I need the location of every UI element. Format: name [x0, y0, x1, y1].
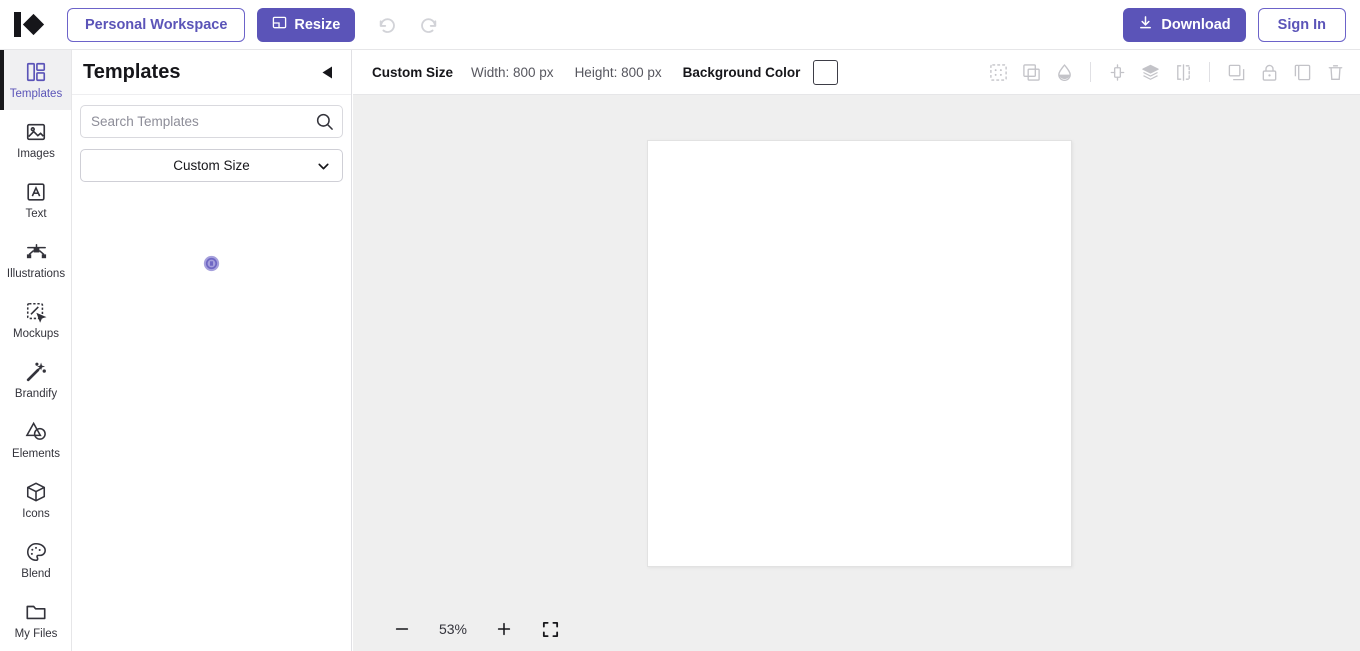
- sidebar-item-templates[interactable]: Templates: [0, 50, 71, 110]
- sidebar-item-label: Icons: [22, 507, 50, 520]
- toolbar-height-label: Height: 800 px: [574, 64, 662, 80]
- resize-icon: [272, 15, 287, 34]
- workspace-button-label: Personal Workspace: [85, 16, 228, 33]
- size-preset-value: Custom Size: [173, 158, 250, 173]
- illustrations-icon: [25, 240, 48, 264]
- align-center-icon[interactable]: [1105, 60, 1129, 84]
- delete-icon[interactable]: [1323, 60, 1347, 84]
- background-color-swatch[interactable]: [813, 59, 839, 85]
- signin-button[interactable]: Sign In: [1257, 7, 1346, 42]
- sidebar-item-label: Text: [25, 207, 47, 220]
- fill-drop-icon[interactable]: [1052, 60, 1076, 84]
- templates-icon: [25, 60, 47, 84]
- image-icon: [25, 120, 47, 144]
- sidebar-item-label: Blend: [21, 567, 51, 580]
- logo-diamond-shape: [22, 13, 45, 36]
- lock-icon[interactable]: [1257, 60, 1281, 84]
- panel-body: Custom Size: [72, 95, 351, 272]
- folder-icon: [25, 600, 47, 624]
- resize-button[interactable]: Resize: [257, 7, 356, 42]
- toolbar-divider: [1090, 62, 1091, 82]
- sidebar-item-mockups[interactable]: Mockups: [0, 290, 71, 350]
- search-input[interactable]: [80, 105, 343, 138]
- toolbar-background-color-label: Background Color: [682, 64, 801, 80]
- sidebar-item-text[interactable]: Text: [0, 170, 71, 230]
- sidebar-item-label: Images: [17, 147, 55, 160]
- box-icon: [25, 480, 47, 504]
- sidebar-item-label: Illustrations: [6, 267, 66, 280]
- toolbar-divider: [1209, 62, 1210, 82]
- size-preset-select[interactable]: Custom Size: [80, 149, 343, 182]
- panel-header: Templates: [72, 50, 351, 95]
- sidebar-item-icons[interactable]: Icons: [0, 470, 71, 530]
- undo-icon[interactable]: [375, 12, 401, 38]
- zoom-out-button[interactable]: [389, 616, 415, 642]
- zoom-in-button[interactable]: [491, 616, 517, 642]
- sidebar-item-label: Brandify: [14, 387, 58, 400]
- sidebar-item-label: Templates: [9, 87, 63, 100]
- header-actions: Download Sign In: [1123, 7, 1346, 42]
- download-button-label: Download: [1161, 16, 1231, 33]
- sidebar-item-brandify[interactable]: Brandify: [0, 350, 71, 410]
- sidebar-item-elements[interactable]: Elements: [0, 410, 71, 470]
- sidebar-item-my-files[interactable]: My Files: [0, 590, 71, 650]
- top-header: Personal Workspace Resize Download Sign …: [0, 0, 1360, 50]
- zoom-level-value: 53%: [438, 621, 468, 637]
- left-rail: Templates Images Text Illustrations Mock…: [0, 50, 72, 651]
- chevron-down-icon: [315, 158, 332, 175]
- mockups-icon: [25, 300, 47, 324]
- redo-icon[interactable]: [415, 12, 441, 38]
- duplicate-frame-icon[interactable]: [1019, 60, 1043, 84]
- canvas-toolbar: Custom Size Width: 800 px Height: 800 px…: [353, 50, 1360, 95]
- canvas-workspace[interactable]: [353, 95, 1360, 651]
- sidebar-item-label: My Files: [14, 627, 58, 640]
- toolbar-icon-group: [986, 60, 1347, 84]
- sidebar-item-illustrations[interactable]: Illustrations: [0, 230, 71, 290]
- collapse-left-icon[interactable]: [317, 63, 335, 81]
- magic-wand-icon: [25, 360, 47, 384]
- artboard[interactable]: [647, 140, 1072, 567]
- history-buttons: [375, 12, 441, 38]
- palette-icon: [25, 540, 47, 564]
- fit-screen-button[interactable]: [537, 616, 563, 642]
- canvas-grid-icon[interactable]: [986, 60, 1010, 84]
- sidebar-item-label: Elements: [12, 447, 60, 460]
- download-button[interactable]: Download: [1123, 7, 1246, 42]
- resize-button-label: Resize: [294, 16, 341, 33]
- panel-title: Templates: [83, 60, 181, 83]
- loading-spinner: [80, 255, 343, 272]
- download-icon: [1138, 15, 1153, 34]
- search-icon[interactable]: [315, 112, 334, 131]
- zoom-controls: 53%: [375, 607, 563, 651]
- signin-button-label: Sign In: [1277, 16, 1326, 33]
- sidebar-item-label: Mockups: [12, 327, 60, 340]
- copy-icon[interactable]: [1290, 60, 1314, 84]
- search-templates-wrapper: [80, 105, 343, 138]
- sidebar-item-images[interactable]: Images: [0, 110, 71, 170]
- crop-icon[interactable]: [1224, 60, 1248, 84]
- sidebar-item-blend[interactable]: Blend: [0, 530, 71, 590]
- layers-icon[interactable]: [1138, 60, 1162, 84]
- flip-horizontal-icon[interactable]: [1171, 60, 1195, 84]
- elements-icon: [25, 420, 48, 444]
- toolbar-width-label: Width: 800 px: [471, 64, 554, 80]
- text-icon: [25, 180, 47, 204]
- logo-bar-shape: [14, 12, 21, 37]
- brand-logo[interactable]: [14, 11, 52, 39]
- toolbar-custom-size-label: Custom Size: [372, 64, 454, 80]
- templates-panel: Templates Custom Size: [72, 50, 352, 651]
- workspace-button[interactable]: Personal Workspace: [67, 7, 246, 42]
